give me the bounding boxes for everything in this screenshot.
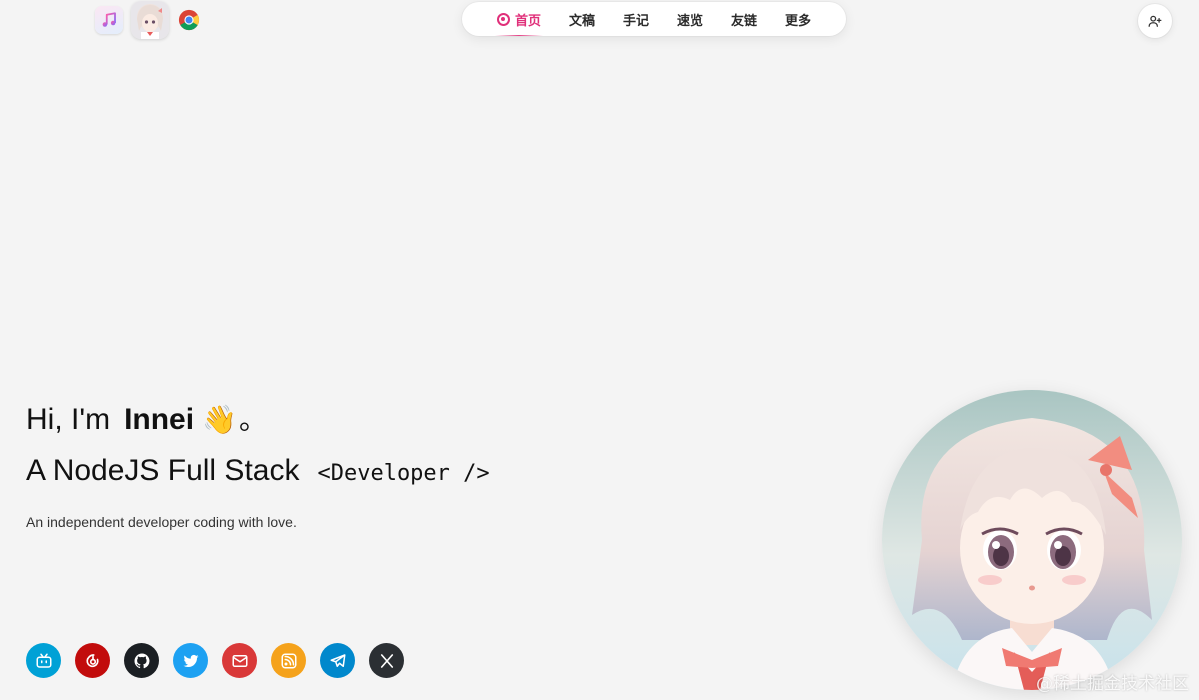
hero-role: A NodeJS Full Stack (26, 454, 300, 487)
hero-code-tag: <Developer /> (317, 461, 490, 486)
telegram-icon (330, 653, 345, 667)
netease-music-link[interactable] (75, 643, 110, 678)
user-plus-icon (1148, 15, 1162, 27)
nav-item-label: 首页 (514, 13, 541, 29)
profile-avatar (882, 390, 1182, 690)
hero-description: An independent developer coding with lov… (26, 514, 297, 530)
netease-music-icon (85, 653, 99, 667)
main-nav: 首页 文稿 手记 速览 友链 更多 (462, 2, 846, 36)
chrome-app-icon[interactable] (177, 8, 201, 32)
email-link[interactable] (222, 643, 257, 678)
nav-item-label: 手记 (622, 13, 649, 29)
hero-role-line: A NodeJS Full Stack <Developer /> (26, 454, 490, 500)
nav-item-label: 速览 (677, 13, 704, 29)
twitter-link[interactable] (173, 643, 208, 678)
hero-name: Innei (124, 403, 195, 436)
github-link[interactable] (124, 643, 159, 678)
nav-item-more[interactable]: 更多 (771, 2, 825, 36)
nav-item-posts[interactable]: 文稿 (555, 2, 609, 36)
hero-greeting: Hi, I'm (26, 403, 111, 436)
rss-link[interactable] (271, 643, 306, 678)
github-icon (134, 653, 150, 668)
bilibili-icon (36, 653, 51, 668)
nav-item-notes[interactable]: 手记 (609, 2, 663, 36)
app-dock (95, 1, 201, 39)
nav-item-home[interactable]: 首页 (483, 2, 555, 36)
nav-item-timeline[interactable]: 速览 (663, 2, 717, 36)
hero-greeting-line: Hi, I'm Innei 👋 。 (26, 398, 490, 444)
nav-item-label: 更多 (785, 13, 812, 29)
social-links (26, 643, 404, 678)
target-icon (496, 12, 510, 26)
bilibili-link[interactable] (26, 643, 61, 678)
telegram-link[interactable] (320, 643, 355, 678)
twitter-icon (183, 654, 198, 667)
watermark: @稀土掘金技术社区 (1036, 674, 1189, 694)
x-link[interactable] (369, 643, 404, 678)
nav-item-label: 文稿 (568, 13, 595, 29)
anime-avatar-illustration (882, 390, 1182, 690)
avatar-app-icon[interactable] (131, 1, 169, 39)
waving-hand-icon: 👋 (202, 404, 237, 435)
nav-item-friends[interactable]: 友链 (717, 2, 771, 36)
email-icon (232, 654, 247, 667)
rss-icon (281, 653, 296, 668)
hero-section: Hi, I'm Innei 👋 。 A NodeJS Full Stack <D… (26, 398, 490, 530)
music-app-icon[interactable] (95, 6, 123, 34)
user-login-button[interactable] (1138, 4, 1172, 38)
hero-period: 。 (238, 404, 267, 435)
nav-item-label: 友链 (731, 13, 758, 29)
x-icon (380, 653, 393, 668)
